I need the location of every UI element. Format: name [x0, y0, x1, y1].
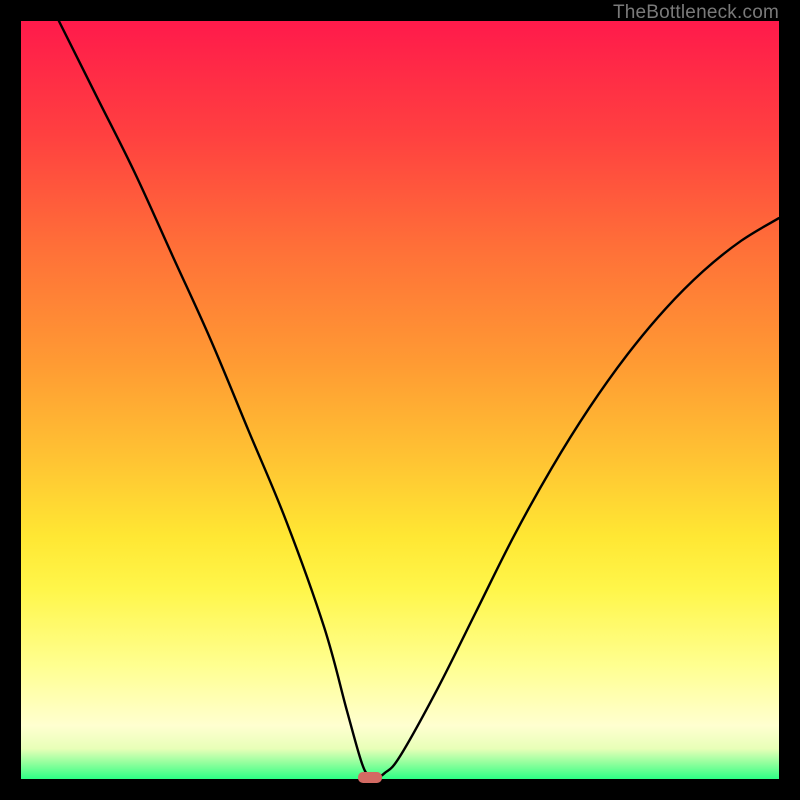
- minimum-marker: [358, 772, 382, 783]
- bottleneck-curve-path: [59, 21, 779, 777]
- plot-area: [21, 21, 779, 779]
- chart-frame: TheBottleneck.com: [0, 0, 800, 800]
- curve-svg: [21, 21, 779, 779]
